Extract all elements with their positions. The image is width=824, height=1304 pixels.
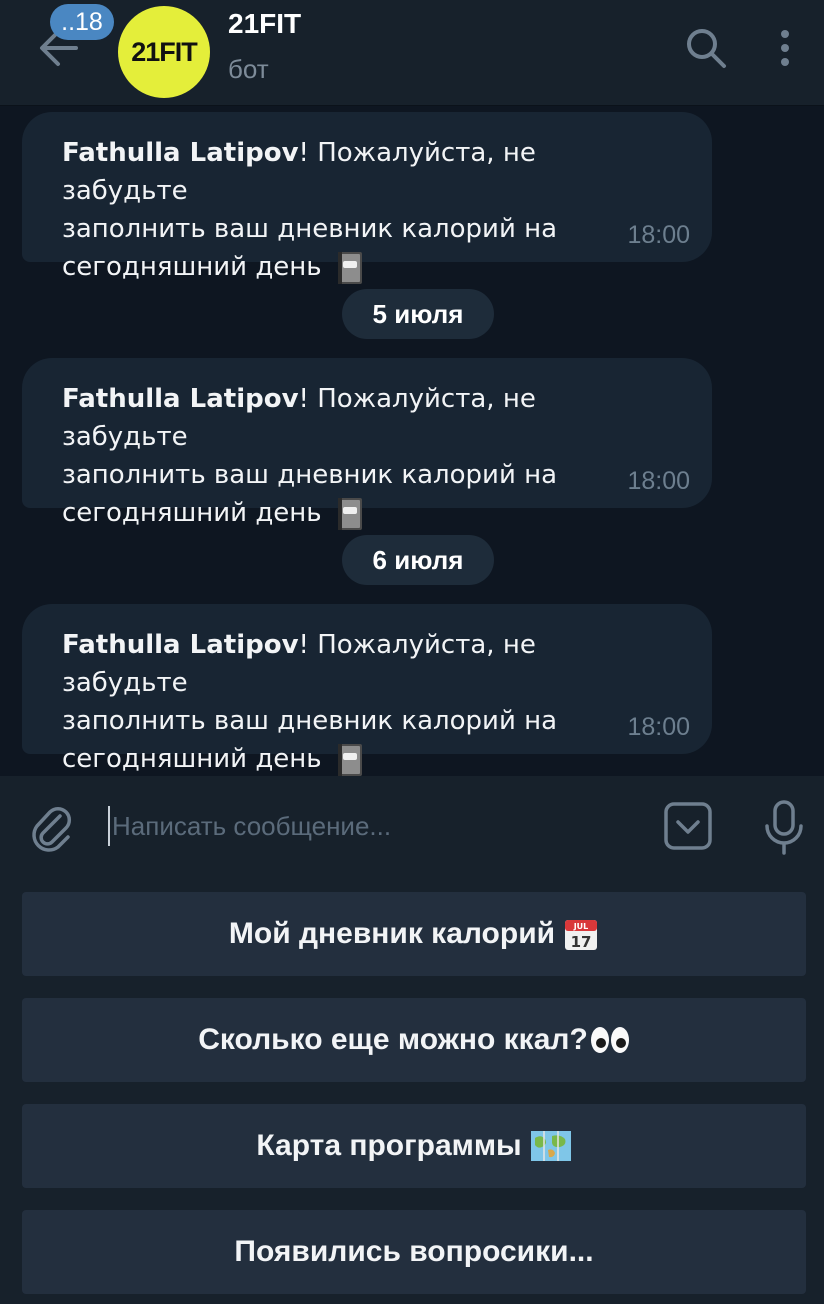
chat-subtitle: бот (228, 54, 269, 84)
message-text-part: сегодняшний день (62, 744, 322, 774)
keyboard-button-calorie-diary[interactable]: Мой дневник калорий JUL 17 (22, 892, 806, 976)
message-time: 18:00 (627, 713, 690, 741)
message-text-part: сегодняшний день (62, 498, 322, 528)
microphone-icon (765, 800, 803, 855)
message-sender-mention[interactable]: Fathulla Latipov (62, 384, 299, 414)
keyboard-button-questions[interactable]: Появились вопросики... (22, 1210, 806, 1294)
calendar-icon: JUL 17 (565, 920, 598, 951)
keyboard-collapse-icon (664, 802, 712, 850)
message-time: 18:00 (627, 467, 690, 495)
unread-count-badge: ..18 (50, 4, 114, 40)
text-caret (108, 806, 110, 846)
date-separator: 5 июля (342, 289, 494, 339)
more-menu-button[interactable] (770, 26, 800, 70)
message-composer (0, 776, 824, 876)
calendar-month-text: JUL (573, 922, 589, 931)
chat-header: ..18 21FIT 21FIT бот (0, 0, 824, 106)
message-text: Fathulla Latipov! Пожалуйста, не забудьт… (62, 626, 662, 778)
chat-title[interactable]: 21FIT (228, 8, 301, 40)
paperclip-icon (32, 806, 72, 852)
message-bubble[interactable]: Fathulla Latipov! Пожалуйста, не забудьт… (22, 358, 712, 530)
message-text-part: заполнить ваш дневник калорий на (62, 706, 558, 736)
keyboard-button-label: Карта программы (256, 1129, 522, 1162)
voice-record-button[interactable] (762, 800, 806, 856)
message-bubble[interactable]: Fathulla Latipov! Пожалуйста, не забудьт… (22, 112, 712, 284)
message-time: 18:00 (627, 221, 690, 249)
message-sender-mention[interactable]: Fathulla Latipov (62, 138, 299, 168)
message-sender-mention[interactable]: Fathulla Latipov (62, 630, 299, 660)
avatar[interactable]: 21FIT (118, 6, 210, 98)
notebook-icon (337, 251, 362, 284)
message-input[interactable] (112, 800, 632, 852)
date-separator: 6 июля (342, 535, 494, 585)
attach-button[interactable] (30, 804, 76, 854)
avatar-logo-text: 21FIT (131, 36, 198, 67)
more-vertical-icon (781, 30, 789, 66)
world-map-icon (530, 1131, 571, 1161)
message-text-part: сегодняшний день (62, 252, 322, 282)
message-text: Fathulla Latipov! Пожалуйста, не забудьт… (62, 134, 662, 286)
search-button[interactable] (684, 26, 728, 70)
message-text: Fathulla Latipov! Пожалуйста, не забудьт… (62, 380, 662, 532)
keyboard-button-program-map[interactable]: Карта программы (22, 1104, 806, 1188)
keyboard-button-label: Сколько еще можно ккал? (198, 1023, 588, 1056)
keyboard-button-label: Появились вопросики... (234, 1235, 594, 1268)
calendar-day-text: 17 (571, 933, 592, 951)
notebook-icon (337, 497, 362, 530)
keyboard-button-remaining-kcal[interactable]: Сколько еще можно ккал? (22, 998, 806, 1082)
message-text-part: заполнить ваш дневник калорий на (62, 214, 558, 244)
search-icon (687, 29, 726, 68)
bot-keyboard-toggle-button[interactable] (664, 802, 712, 850)
eyes-icon (590, 1027, 629, 1053)
keyboard-button-label: Мой дневник калорий (228, 917, 556, 950)
bot-reply-keyboard: Мой дневник калорий JUL 17 Сколько еще м… (0, 876, 824, 1304)
notebook-icon (337, 743, 362, 776)
message-bubble[interactable]: Fathulla Latipov! Пожалуйста, не забудьт… (22, 604, 712, 776)
message-text-part: заполнить ваш дневник калорий на (62, 460, 558, 490)
